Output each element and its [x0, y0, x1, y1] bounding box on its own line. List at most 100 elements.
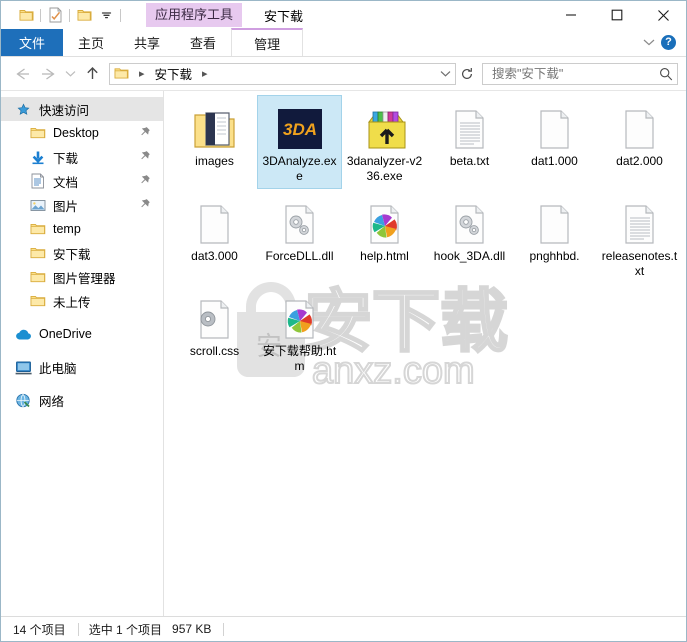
text-document-icon	[624, 195, 656, 245]
file-item-images[interactable]: images	[172, 95, 257, 189]
file-item-forcedlldll[interactable]: ForceDLL.dll	[257, 190, 342, 284]
new-folder-icon[interactable]	[73, 4, 95, 26]
file-item-label: 安下载帮助.htm	[262, 344, 337, 373]
sidebar-item-onedrive[interactable]: OneDrive	[1, 322, 163, 346]
status-item-count: 14 个项目	[13, 622, 66, 637]
html-pinwheel-icon	[284, 290, 316, 340]
file-item-scrollcss[interactable]: scroll.css	[172, 285, 257, 379]
ribbon-right-controls: ?	[643, 29, 686, 56]
network-icon	[15, 392, 32, 409]
status-divider-1	[77, 622, 79, 636]
close-button[interactable]	[640, 1, 686, 29]
status-size: 957 KB	[172, 622, 212, 636]
tab-file[interactable]: 文件	[1, 29, 64, 56]
breadcrumb-segment-anxiazai[interactable]: 安下载	[155, 64, 193, 83]
pin-icon[interactable]	[138, 198, 151, 209]
sidebar-item-网络[interactable]: 网络	[1, 388, 163, 412]
file-item-betatxt[interactable]: beta.txt	[427, 95, 512, 189]
sidebar-item-label: 文档	[53, 175, 79, 190]
file-item-3danalyzeexe[interactable]: 3DA 3DAnalyze.exe	[257, 95, 342, 189]
3danalyze-app-icon: 3DA	[277, 100, 323, 150]
breadcrumb-root[interactable]: ▸ 安下载 ▸	[114, 64, 213, 83]
refresh-button[interactable]	[456, 63, 478, 85]
file-item-label: dat1.000	[531, 154, 578, 168]
search-icon[interactable]	[659, 67, 673, 81]
sidebar-item-label: Desktop	[53, 126, 99, 140]
folder-icon[interactable]	[15, 4, 37, 26]
self-extracting-archive-icon	[361, 100, 409, 150]
sidebar-item-文档[interactable]: 文档	[1, 169, 163, 193]
sidebar-item-label: 图片	[53, 199, 79, 214]
minimize-button[interactable]	[548, 1, 594, 29]
back-button[interactable]	[9, 61, 35, 87]
explorer-window: 应用程序工具 安下载 文件 主页 共享 查看 管理 ? ▸ 安下载 ▸ 搜索"安…	[0, 0, 687, 642]
documents-icon	[29, 173, 46, 190]
forward-button[interactable]	[35, 61, 61, 87]
pin-icon[interactable]	[138, 150, 151, 161]
address-bar: ▸ 安下载 ▸	[1, 57, 686, 91]
sidebar-item-label: 图片管理器	[53, 271, 116, 286]
window-controls	[548, 1, 686, 29]
file-item-dat3000[interactable]: dat3.000	[172, 190, 257, 284]
sidebar-item-temp[interactable]: temp	[1, 217, 163, 241]
tab-manage[interactable]: 管理	[231, 28, 304, 56]
sidebar-item-此电脑[interactable]: 此电脑	[1, 355, 163, 379]
pin-icon[interactable]	[138, 174, 151, 185]
sidebar-item-label: 此电脑	[39, 361, 77, 376]
search-input[interactable]	[490, 65, 659, 82]
contextual-tool-label: 应用程序工具	[146, 3, 243, 27]
file-item-pnghhbd[interactable]: pnghhbd.	[512, 190, 597, 284]
file-item-label: images	[195, 154, 234, 168]
contextual-tool-group: 应用程序工具 安下载	[146, 1, 303, 29]
sidebar-item-图片管理器[interactable]: 图片管理器	[1, 265, 163, 289]
sidebar-item-未上传[interactable]: 未上传	[1, 289, 163, 313]
folder-icon	[29, 293, 46, 310]
quick-access-toolbar	[1, 1, 124, 29]
pin-icon[interactable]	[138, 126, 151, 137]
tab-home[interactable]: 主页	[63, 29, 119, 56]
maximize-button[interactable]	[594, 1, 640, 29]
file-item-label: dat3.000	[191, 249, 238, 263]
breadcrumb[interactable]: ▸ 安下载 ▸	[109, 62, 456, 85]
file-item-dat2000[interactable]: dat2.000	[597, 95, 682, 189]
sidebar-item-安下载[interactable]: 安下载	[1, 241, 163, 265]
dll-gears-icon	[284, 195, 316, 245]
blank-document-icon	[539, 195, 571, 245]
file-list-pane[interactable]: 安 安下载 anxz.com images 3DA 3DAnalyze.exe 3da…	[164, 91, 686, 616]
title-bar: 应用程序工具 安下载	[1, 1, 686, 29]
file-item-label: scroll.css	[189, 344, 240, 358]
tab-view[interactable]: 查看	[175, 29, 231, 56]
file-item-releasenotestxt[interactable]: releasenotes.txt	[597, 190, 682, 284]
sidebar-item-desktop[interactable]: Desktop	[1, 121, 163, 145]
breadcrumb-dropdown-chevron-down-icon[interactable]	[440, 70, 451, 78]
file-item-dat1000[interactable]: dat1.000	[512, 95, 597, 189]
file-item-helphtml[interactable]: help.html	[342, 190, 427, 284]
file-item-label: ForceDLL.dll	[265, 249, 334, 263]
main-body: 快速访问 Desktop 下载文档图片 temp 安下载图片管理器未上传 OneDrive…	[1, 91, 686, 616]
search-box[interactable]	[482, 62, 678, 85]
file-item-安下载帮助htm[interactable]: 安下载帮助.htm	[257, 285, 342, 379]
sidebar-item-图片[interactable]: 图片	[1, 193, 163, 217]
folder-icon	[29, 245, 46, 262]
status-divider-2	[223, 622, 225, 636]
qat-chevron-down-icon[interactable]	[95, 4, 117, 26]
file-item-label: releasenotes.txt	[601, 249, 678, 278]
file-item-label: hook_3DA.dll	[433, 249, 506, 263]
file-item-label: dat2.000	[616, 154, 663, 168]
file-item-hook3dadll[interactable]: hook_3DA.dll	[427, 190, 512, 284]
sidebar-item-下载[interactable]: 下载	[1, 145, 163, 169]
pictures-icon	[29, 197, 46, 214]
ribbon-collapse-chevron-down-icon[interactable]	[643, 36, 655, 50]
sidebar-item-快速访问[interactable]: 快速访问	[1, 97, 163, 121]
help-icon[interactable]: ?	[661, 35, 676, 50]
properties-icon[interactable]	[44, 4, 66, 26]
file-grid[interactable]: images 3DA 3DAnalyze.exe 3danalyzer-v236.ex…	[164, 91, 686, 380]
file-item-3danalyzerv236exe[interactable]: 3danalyzer-v236.exe	[342, 95, 427, 189]
breadcrumb-separator-2[interactable]: ▸	[202, 67, 208, 80]
folder-icon	[29, 221, 46, 238]
up-button[interactable]	[79, 61, 105, 87]
tab-share[interactable]: 共享	[119, 29, 175, 56]
recent-locations-chevron-down-icon[interactable]	[61, 61, 79, 87]
